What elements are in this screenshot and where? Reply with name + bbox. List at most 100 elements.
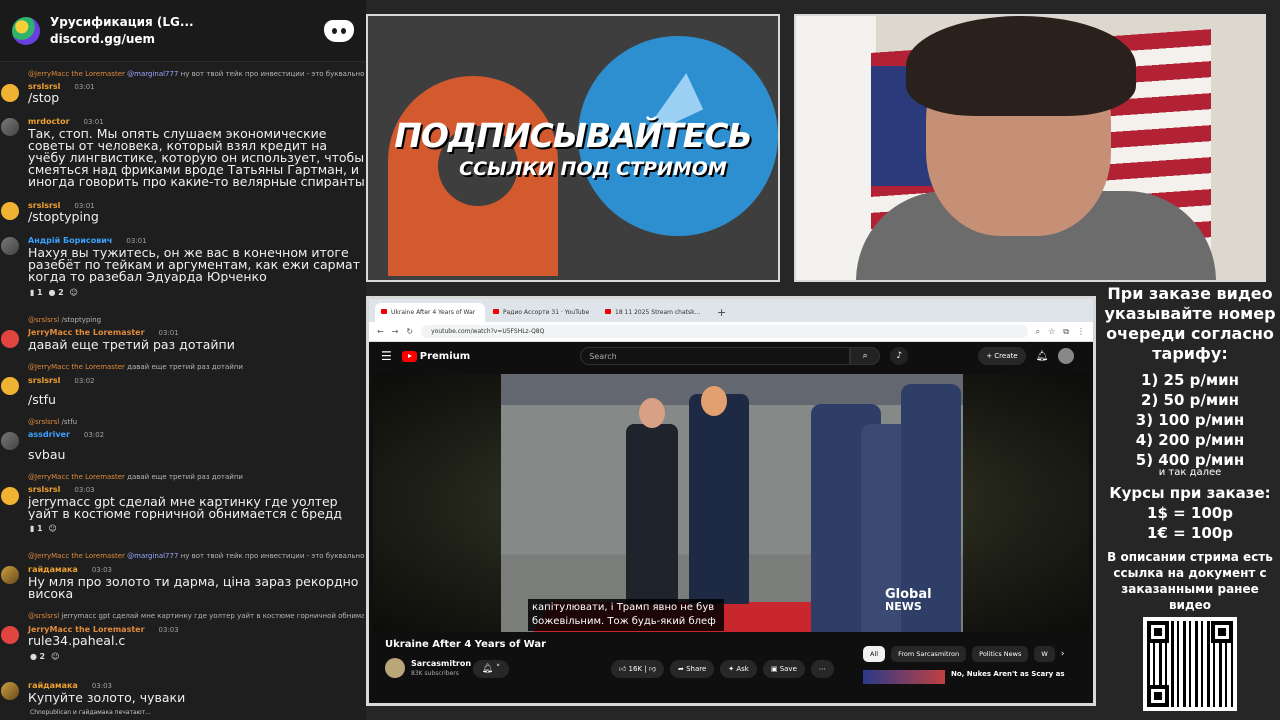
video-frame: Global NEWS [501,374,963,632]
browser-tab[interactable]: 18 11 2025 Stream chatsk... [599,303,709,322]
youtube-icon [493,309,499,314]
message-text: Так, стоп. Мы опять слушаем экономически… [28,128,365,188]
like-button[interactable]: 👍︎ 16K | 👎︎ [611,660,664,678]
subscriber-count: 83K subscribers [411,670,459,677]
tariff-item: 4) 200 р/мин [1135,431,1245,449]
account-avatar[interactable] [1058,348,1075,364]
video-actions: 👍︎ 16K | 👎︎ ➦ Share ✦ Ask ▣ Save ⋯ [611,660,834,678]
zoom-icon[interactable]: ⌕ [1036,327,1040,337]
youtube-header: ☰ Premium Search ⌕ ♪ + Create 🔔︎ [369,342,1093,370]
server-invite[interactable]: discord.gg/uem [50,32,324,46]
rate-eur: 1€ = 100р [1147,524,1233,542]
message-text: jerrymacc gpt сделай мне картинку где уо… [28,496,343,520]
chevron-right-icon[interactable]: › [1061,646,1065,662]
search-icon[interactable]: ⌕ [850,347,881,365]
menu-icon[interactable]: ⋮ [1077,327,1085,336]
browser-tab[interactable]: Радио Ассорти 31 · YouTube [487,303,597,322]
webcam-feed [794,14,1266,282]
youtube-play-icon [401,350,417,362]
chip-all[interactable]: All [863,646,886,662]
exchange-rates: Курсы при заказе: 1$ = 100р 1€ = 100р [1100,483,1280,543]
message-text: rule34.paheal.c [28,633,126,648]
extensions-icon[interactable]: ⧉ [1063,327,1069,337]
chip-politics-news[interactable]: Politics News [972,646,1029,662]
channel-info[interactable]: Sarcasmitron 83K subscribers [385,658,471,678]
message-author[interactable]: JerryMacc the Loremaster 03:01 [28,328,179,337]
video-player[interactable]: Global NEWS капітулювати, і Трамп явно не… [373,374,1089,632]
avatar[interactable] [1,202,19,220]
server-icon [12,16,40,45]
more-icon[interactable]: ⋯ [810,660,834,678]
reactions[interactable]: ▮ 1 ● 2 ☺ [30,288,78,297]
youtube-icon [605,309,611,314]
recommended-video[interactable]: No, Nukes Aren't as Scary as [863,670,1073,684]
back-icon[interactable]: ← [377,327,384,336]
ask-button[interactable]: ✦ Ask [720,660,757,678]
chat-header: Урусификация (LG... discord.gg/uem [0,0,366,62]
message-author[interactable]: assdriver 03:02 [28,430,104,439]
url-input[interactable]: youtube.com/watch?v=U5FSHLz-Q8Q [421,325,1028,338]
order-instructions: При заказе видео указывайте номер очеред… [1104,284,1276,363]
microphone-icon[interactable]: ♪ [890,347,909,365]
avatar[interactable] [1,377,19,395]
video-subtitles: капітулювати, і Трамп явно не був божевіл… [528,599,724,631]
typing-indicator: Chnopublican и гайдамака печатают... [30,709,151,716]
forward-icon[interactable]: → [392,327,399,336]
channel-name[interactable]: Sarcasmitron [411,659,471,668]
avatar[interactable] [1,237,19,255]
message-author[interactable]: mrdoctor 03:01 [28,117,104,126]
message-author[interactable]: srslsrsl 03:03 [28,485,95,494]
recommendation-chips: All From Sarcasmitron Politics News W › [863,646,1064,662]
reply-preview: @JerryMacc the Loremaster @marginal777 н… [28,70,364,78]
bell-icon[interactable]: 🔔︎ [1036,351,1049,362]
avatar[interactable] [1,487,19,505]
channel-avatar[interactable] [385,658,405,678]
avatar[interactable] [1,118,19,136]
youtube-logo[interactable]: Premium [401,350,470,362]
browser-tab[interactable]: Ukraine After 4 Years of War [375,303,485,322]
reply-preview: @srslsrsl /stfu [28,418,78,426]
new-tab-button[interactable]: + [711,306,732,322]
save-button[interactable]: ▣ Save [762,660,805,678]
search-input[interactable]: Search [580,347,851,365]
recommended-video-title[interactable]: No, Nukes Aren't as Scary as [951,670,1073,684]
hamburger-icon[interactable]: ☰ [381,349,392,363]
message-author[interactable]: Андрій Борисович 03:01 [28,236,147,245]
youtube-icon [381,309,387,314]
message-text: Ну мля про золото ти дарма, ціна зараз р… [28,576,359,600]
message-author[interactable]: гайдамака 03:03 [28,565,112,574]
stream-layout: Урусификация (LG... discord.gg/uem @Jerr… [0,0,1280,720]
reload-icon[interactable]: ↻ [406,327,413,336]
promo-subtitle: ССЫЛКИ ПОД СТРИМОМ [459,158,727,180]
notification-bell-button[interactable]: 🔔︎ ˅ [473,660,509,678]
bookmark-icon[interactable]: ☆ [1048,327,1055,336]
message-author[interactable]: гайдамака 03:03 [28,681,112,690]
avatar[interactable] [1,682,19,700]
chip-from-channel[interactable]: From Sarcasmitron [891,646,967,662]
youtube-page: ☰ Premium Search ⌕ ♪ + Create 🔔︎ Global … [369,342,1093,703]
reactions[interactable]: ● 2 ☺ [30,652,59,661]
message-text: svbau [28,447,66,462]
message-text: /stfu [28,392,56,407]
reply-preview: @srslsrsl /stoptyping [28,316,102,324]
avatar[interactable] [1,566,19,584]
video-thumbnail[interactable] [863,670,945,684]
promo-title: ПОДПИСЫВАЙТЕСЬ [394,116,752,155]
message-text: Купуйте золото, чуваки [28,690,186,705]
global-news-watermark: Global NEWS [885,587,932,613]
avatar[interactable] [1,432,19,450]
avatar[interactable] [1,626,19,644]
create-button[interactable]: + Create [978,347,1026,365]
qr-code[interactable] [1143,617,1237,711]
avatar[interactable] [1,330,19,348]
share-button[interactable]: ➦ Share [669,660,715,678]
message-author[interactable]: srslsrsl 03:02 [28,376,95,385]
tab-strip: Ukraine After 4 Years of War Радио Ассор… [369,299,1093,322]
address-bar: ← → ↻ youtube.com/watch?v=U5FSHLz-Q8Q ⌕ … [369,322,1093,342]
chip-more[interactable]: W [1034,646,1055,662]
avatar[interactable] [1,84,19,102]
message-text: Нахуя вы тужитесь, он же вас в конечном … [28,247,360,283]
reactions[interactable]: ▮ 1 ☺ [30,524,57,533]
tariff-item: 2) 50 р/мин [1141,391,1239,409]
rates-heading: Курсы при заказе: [1109,484,1271,502]
